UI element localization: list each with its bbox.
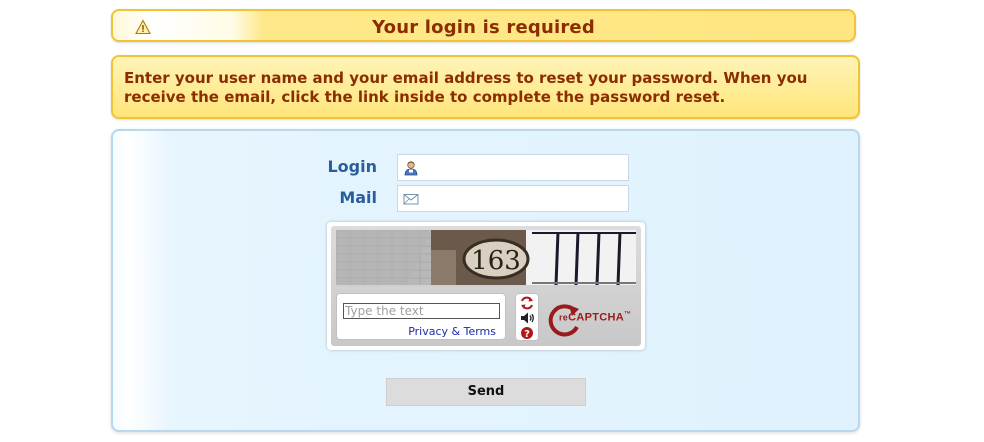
login-input[interactable]: [422, 156, 626, 180]
mail-field[interactable]: [397, 185, 629, 212]
refresh-icon[interactable]: [519, 296, 535, 310]
instructions-box: Enter your user name and your email addr…: [111, 55, 860, 119]
audio-icon[interactable]: [519, 311, 535, 325]
captcha-controls: ?: [515, 293, 539, 341]
send-button[interactable]: Send: [386, 378, 586, 406]
captcha-input[interactable]: [343, 303, 500, 319]
recaptcha-frame: 163 Privacy & Terms: [331, 226, 641, 346]
mail-input[interactable]: [422, 187, 626, 211]
captcha-image: 163: [336, 230, 636, 287]
login-field[interactable]: [397, 154, 629, 181]
instructions-text: Enter your user name and your email addr…: [124, 69, 808, 106]
mail-label: Mail: [339, 188, 377, 207]
banner-title: Your login is required: [372, 17, 595, 38]
envelope-icon: [403, 194, 419, 205]
captcha-photo: 163: [336, 230, 636, 287]
recaptcha-brand-name: CAPTCHA: [568, 311, 624, 324]
recaptcha-logo: reCAPTCHA™: [545, 299, 635, 339]
recaptcha-widget: 163 Privacy & Terms: [327, 222, 645, 350]
user-icon: [404, 161, 418, 176]
recaptcha-trademark: ™: [624, 311, 632, 318]
login-required-banner: Your login is required: [111, 9, 856, 42]
svg-text:?: ?: [524, 329, 530, 340]
captcha-entry-panel: Privacy & Terms: [336, 293, 506, 340]
help-icon[interactable]: ?: [519, 326, 535, 340]
privacy-terms-link[interactable]: Privacy & Terms: [408, 325, 496, 338]
login-label: Login: [327, 157, 377, 176]
captcha-number: 163: [471, 246, 521, 276]
page: Your login is required Enter your user n…: [0, 0, 984, 442]
recaptcha-brand-prefix: re: [559, 312, 569, 323]
